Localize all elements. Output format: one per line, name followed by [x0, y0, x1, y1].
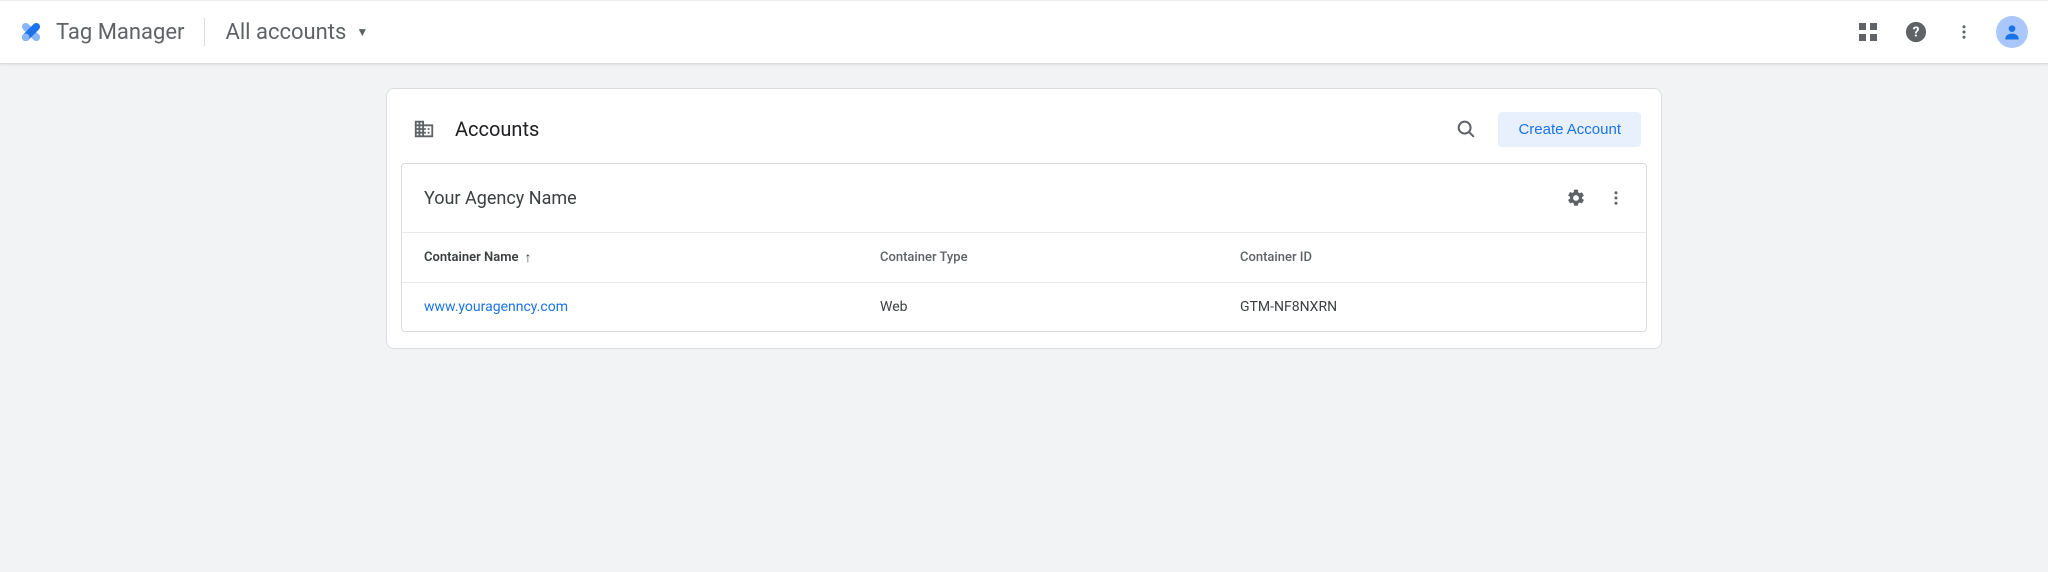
vertical-divider — [204, 18, 205, 46]
tag-manager-logo-icon — [16, 17, 46, 47]
more-vert-icon[interactable] — [1596, 178, 1636, 218]
domain-icon — [413, 118, 435, 140]
agency-header: Your Agency Name — [402, 164, 1646, 233]
search-icon[interactable] — [1446, 109, 1486, 149]
column-header-type[interactable]: Container Type — [880, 250, 1240, 265]
agency-card: Your Agency Name Container Name ↑ — [401, 163, 1647, 332]
main-content: Accounts Create Account Your Agency Name — [374, 64, 1674, 389]
apps-icon[interactable] — [1848, 12, 1888, 52]
container-id: GTM-NF8NXRN — [1240, 299, 1624, 315]
account-avatar[interactable] — [1992, 12, 2032, 52]
top-bar: Tag Manager All accounts ▼ ? — [0, 0, 2048, 64]
column-header-name-label: Container Name — [424, 250, 518, 265]
accounts-title: Accounts — [455, 117, 539, 141]
accounts-card: Accounts Create Account Your Agency Name — [386, 88, 1662, 349]
chevron-down-icon: ▼ — [356, 25, 368, 39]
container-name-link[interactable]: www.youragenncy.com — [424, 299, 568, 315]
agency-name: Your Agency Name — [424, 188, 577, 209]
column-header-name[interactable]: Container Name ↑ — [424, 249, 880, 266]
sort-asc-icon: ↑ — [524, 249, 531, 266]
help-icon[interactable]: ? — [1896, 12, 1936, 52]
container-type: Web — [880, 299, 1240, 315]
column-header-id[interactable]: Container ID — [1240, 250, 1624, 265]
create-account-button[interactable]: Create Account — [1498, 112, 1641, 147]
table-header-row: Container Name ↑ Container Type Containe… — [402, 233, 1646, 283]
app-title: Tag Manager — [56, 20, 184, 45]
accounts-card-header: Accounts Create Account — [401, 103, 1647, 163]
more-vert-icon[interactable] — [1944, 12, 1984, 52]
accounts-dropdown[interactable]: All accounts ▼ — [225, 20, 368, 45]
topbar-actions: ? — [1848, 12, 2032, 52]
table-row: www.youragenncy.com Web GTM-NF8NXRN — [402, 283, 1646, 331]
gear-icon[interactable] — [1556, 178, 1596, 218]
accounts-dropdown-label: All accounts — [225, 20, 346, 45]
svg-text:?: ? — [1913, 25, 1920, 41]
